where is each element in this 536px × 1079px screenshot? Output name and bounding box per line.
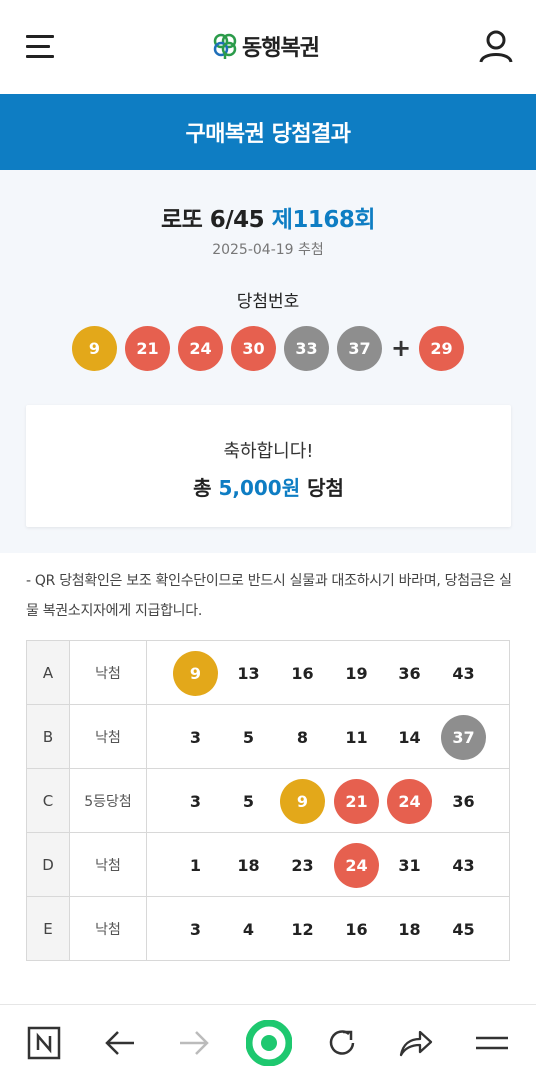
qr-notice: - QR 당첨확인은 보조 확인수단이므로 반드시 실물과 대조하시기 바라며,… bbox=[26, 573, 512, 619]
clover-logo-icon bbox=[213, 33, 237, 59]
game-number: 31 bbox=[398, 855, 421, 875]
game-label: A bbox=[26, 640, 70, 705]
forward-arrow-icon[interactable] bbox=[174, 1023, 214, 1063]
game-row: D 낙첨 1 18 23 24 31 43 bbox=[26, 832, 510, 897]
game-number: 18 bbox=[237, 855, 260, 875]
winning-ball: 9 bbox=[72, 326, 117, 371]
site-logo[interactable]: 동행복권 bbox=[212, 30, 320, 62]
back-arrow-icon[interactable] bbox=[100, 1023, 140, 1063]
game-label: D bbox=[26, 832, 70, 897]
draw-round: 제1168회 bbox=[271, 207, 376, 233]
more-menu-icon[interactable] bbox=[472, 1023, 512, 1063]
game-number: 14 bbox=[398, 727, 421, 747]
game-numbers: 1 18 23 24 31 43 bbox=[146, 832, 510, 897]
draw-date: 2025-04-19 추첨 bbox=[212, 242, 324, 258]
matched-number-ball: 24 bbox=[334, 842, 379, 888]
share-icon[interactable] bbox=[396, 1023, 436, 1063]
game-number: 13 bbox=[237, 663, 260, 683]
game-number: 5 bbox=[242, 727, 255, 747]
congrats-message: 축하합니다! bbox=[223, 441, 314, 462]
game-number: 12 bbox=[291, 919, 314, 939]
winning-ball: 30 bbox=[231, 326, 276, 371]
hamburger-menu-icon[interactable] bbox=[26, 33, 56, 61]
game-number: 45 bbox=[452, 919, 475, 939]
game-number: 4 bbox=[242, 919, 255, 939]
game-number: 5 bbox=[242, 791, 255, 811]
game-number: 11 bbox=[345, 727, 368, 747]
game-number: 43 bbox=[452, 663, 475, 683]
game-results-table: A 낙첨 9 13 16 19 36 43 B 낙첨 3 5 8 11 14 37 C 5등당첨 3 5 9 21 24 36… bbox=[26, 640, 510, 961]
winning-ball: 37 bbox=[337, 326, 382, 371]
game-number: 19 bbox=[345, 663, 368, 683]
game-number: 23 bbox=[291, 855, 314, 875]
prize-total-suffix: 당첨 bbox=[307, 476, 344, 500]
game-number: 8 bbox=[296, 727, 309, 747]
matched-number-ball: 9 bbox=[173, 650, 218, 696]
game-number: 3 bbox=[189, 919, 202, 939]
home-green-icon[interactable] bbox=[246, 1020, 292, 1066]
game-number: 1 bbox=[189, 855, 202, 875]
game-numbers: 3 4 12 16 18 45 bbox=[146, 896, 510, 961]
game-result: 5등당첨 bbox=[69, 768, 147, 833]
winning-ball: 24 bbox=[178, 326, 223, 371]
game-number: 16 bbox=[291, 663, 314, 683]
draw-title: 로또 6/45 제1168회 bbox=[0, 200, 536, 234]
game-row: E 낙첨 3 4 12 16 18 45 bbox=[26, 896, 510, 961]
game-numbers: 9 13 16 19 36 43 bbox=[146, 640, 510, 705]
game-result: 낙첨 bbox=[69, 640, 147, 705]
game-number: 36 bbox=[398, 663, 421, 683]
matched-number-ball: 24 bbox=[387, 778, 432, 824]
game-label: C bbox=[26, 768, 70, 833]
game-label: B bbox=[26, 704, 70, 769]
winning-ball: 21 bbox=[125, 326, 170, 371]
page-title: 구매복권 당첨결과 bbox=[0, 94, 536, 170]
game-number: 36 bbox=[452, 791, 475, 811]
game-numbers: 3 5 9 21 24 36 bbox=[146, 768, 510, 833]
game-number: 16 bbox=[345, 919, 368, 939]
game-result: 낙첨 bbox=[69, 832, 147, 897]
top-header: 동행복권 bbox=[0, 0, 536, 94]
game-number: 3 bbox=[189, 727, 202, 747]
browser-bottom-bar bbox=[0, 1004, 536, 1079]
game-number: 43 bbox=[452, 855, 475, 875]
matched-number-ball: 21 bbox=[334, 778, 379, 824]
game-result: 낙첨 bbox=[69, 704, 147, 769]
logo-text: 동행복권 bbox=[242, 36, 320, 61]
winning-ball: 33 bbox=[284, 326, 329, 371]
prize-amount: 5,000원 bbox=[218, 476, 301, 500]
naver-n-icon[interactable] bbox=[24, 1023, 64, 1063]
game-row: B 낙첨 3 5 8 11 14 37 bbox=[26, 704, 510, 769]
matched-number-ball: 9 bbox=[280, 778, 325, 824]
game-name: 로또 6/45 bbox=[160, 207, 265, 233]
plus-sign: + bbox=[390, 334, 412, 362]
prize-summary-card: 축하합니다! 총 5,000원 당첨 bbox=[26, 405, 511, 527]
game-row: C 5등당첨 3 5 9 21 24 36 bbox=[26, 768, 510, 833]
game-numbers: 3 5 8 11 14 37 bbox=[146, 704, 510, 769]
game-label: E bbox=[26, 896, 70, 961]
game-number: 18 bbox=[398, 919, 421, 939]
bonus-ball: 29 bbox=[419, 326, 464, 371]
prize-total-prefix: 총 bbox=[193, 476, 212, 500]
refresh-icon[interactable] bbox=[322, 1023, 362, 1063]
winning-numbers-label: 당첨번호 bbox=[236, 292, 300, 312]
matched-number-ball: 37 bbox=[441, 714, 486, 760]
prize-total: 총 5,000원 당첨 bbox=[26, 472, 511, 501]
user-icon[interactable] bbox=[478, 28, 514, 64]
game-result: 낙첨 bbox=[69, 896, 147, 961]
game-row: A 낙첨 9 13 16 19 36 43 bbox=[26, 640, 510, 705]
game-number: 3 bbox=[189, 791, 202, 811]
